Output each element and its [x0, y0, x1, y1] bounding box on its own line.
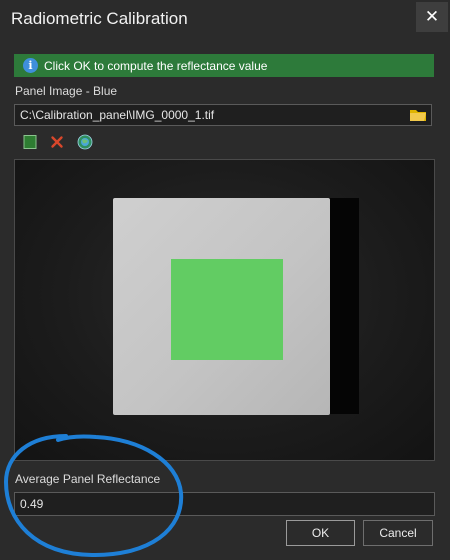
panel-image-path-field[interactable]: C:\Calibration_panel\IMG_0000_1.tif	[14, 104, 432, 126]
panel-image-preview[interactable]	[14, 159, 435, 461]
panel-image-label: Panel Image - Blue	[15, 84, 118, 98]
average-reflectance-field[interactable]: 0.49	[14, 492, 435, 516]
info-banner-text: Click OK to compute the reflectance valu…	[44, 58, 268, 73]
average-reflectance-label: Average Panel Reflectance	[15, 472, 161, 486]
cancel-button[interactable]: Cancel	[363, 520, 433, 546]
ok-button[interactable]: OK	[286, 520, 355, 546]
delete-x-icon[interactable]	[49, 134, 65, 150]
browse-folder-icon[interactable]	[409, 107, 427, 123]
close-icon: ✕	[424, 7, 440, 26]
close-button[interactable]: ✕	[416, 2, 448, 32]
globe-icon[interactable]	[77, 134, 93, 150]
info-banner: i Click OK to compute the reflectance va…	[14, 54, 434, 77]
roi-selection-box[interactable]	[171, 259, 283, 360]
title-bar: Radiometric Calibration ✕	[0, 0, 450, 38]
green-square-icon[interactable]	[22, 134, 38, 150]
panel-shadow	[325, 198, 359, 414]
dialog-title: Radiometric Calibration	[11, 9, 188, 28]
info-icon: i	[23, 58, 38, 73]
